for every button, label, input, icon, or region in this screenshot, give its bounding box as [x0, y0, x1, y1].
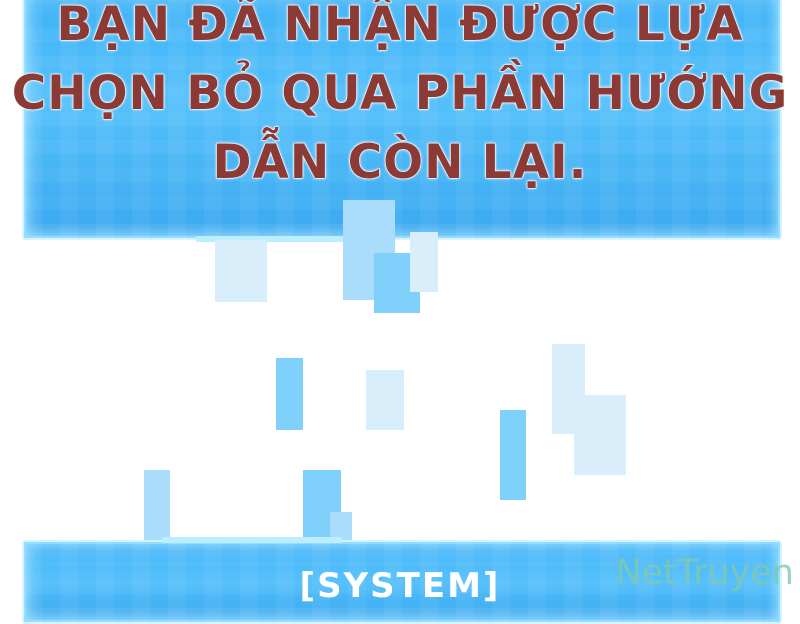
page: { "caption": { "line1": "BẠN ĐÃ NHẬN ĐƯỢ…	[0, 0, 800, 624]
pixel-block	[574, 395, 626, 475]
caption-line-2: CHỌN BỎ QUA PHẦN HƯỚNG	[11, 66, 789, 122]
system-message-caption: BẠN ĐÃ NHẬN ĐƯỢC LỰA CHỌN BỎ QUA PHẦN HƯ…	[0, 0, 800, 197]
pixel-block	[410, 232, 438, 292]
pixel-block	[144, 470, 170, 540]
pixel-block	[500, 410, 526, 500]
caption-line-1: BẠN ĐÃ NHẬN ĐƯỢC LỰA	[56, 0, 744, 53]
caption-line-3: DẪN CÒN LẠI.	[212, 135, 588, 191]
pixel-block	[215, 240, 267, 302]
watermark-logo: NetTruyen	[615, 553, 794, 593]
pixel-block	[366, 370, 404, 430]
panel-edge-strip	[162, 537, 342, 543]
pixel-block	[276, 358, 303, 430]
